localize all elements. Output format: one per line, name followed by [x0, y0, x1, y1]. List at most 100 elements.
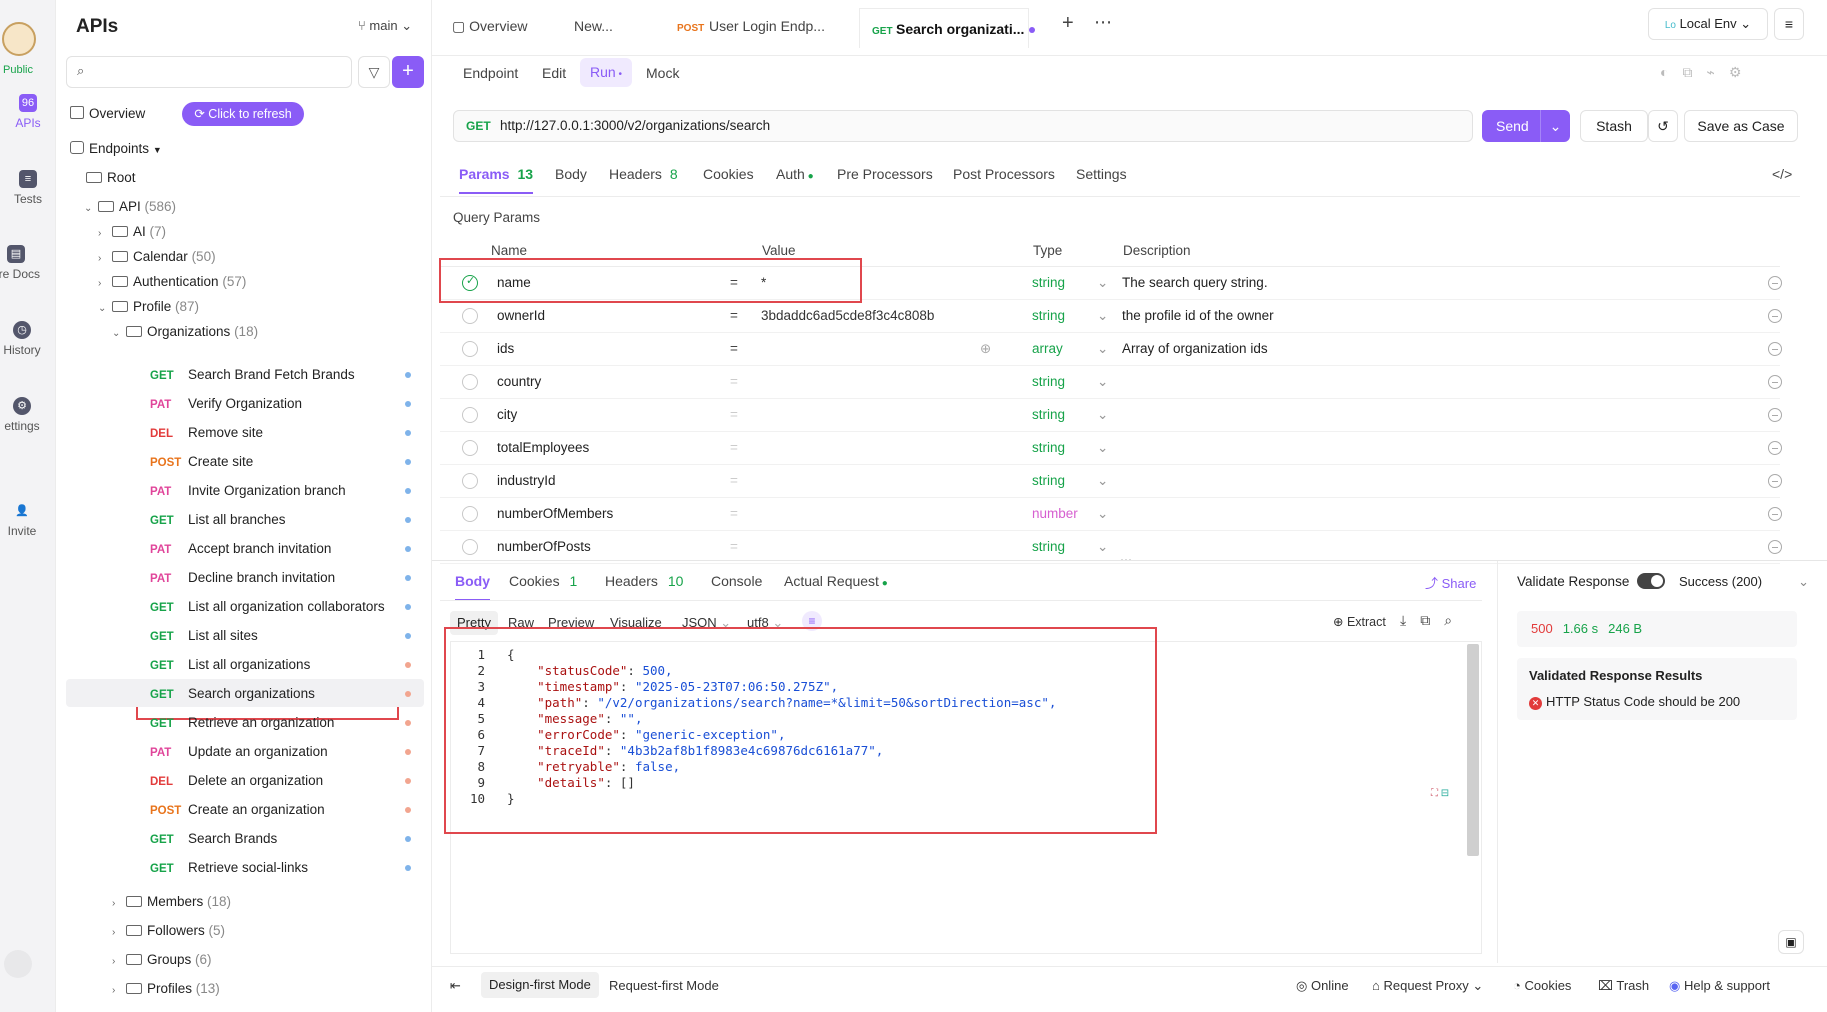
- tab-new[interactable]: New...: [574, 18, 613, 38]
- endpoint-item[interactable]: GET List all branches: [150, 507, 286, 533]
- tree-folder[interactable]: › AI (7): [98, 219, 166, 245]
- param-name[interactable]: totalEmployees: [497, 440, 589, 455]
- validate-status-select[interactable]: Success (200) ⌄: [1679, 574, 1809, 590]
- trash-button[interactable]: ⌧ Trash: [1598, 978, 1649, 994]
- tree-overview[interactable]: Overview: [70, 101, 145, 127]
- param-description[interactable]: The search query string.: [1122, 275, 1268, 290]
- param-type[interactable]: string: [1032, 539, 1065, 554]
- tab-headers[interactable]: Headers 8: [609, 166, 678, 182]
- cookies-button[interactable]: ◔ Cookies: [1513, 978, 1571, 993]
- param-name[interactable]: city: [497, 407, 517, 422]
- rail-history[interactable]: ◷ History: [0, 321, 50, 357]
- param-type[interactable]: number: [1032, 506, 1078, 521]
- param-name[interactable]: numberOfPosts: [497, 539, 591, 554]
- param-type[interactable]: string: [1032, 374, 1065, 389]
- fold-icons[interactable]: ⛶ ⊟: [1431, 788, 1449, 799]
- param-description[interactable]: the profile id of the owner: [1122, 308, 1274, 323]
- share-button[interactable]: ⤴ Share: [1425, 573, 1476, 592]
- url-input[interactable]: http://127.0.0.1:3000/v2/organizations/s…: [500, 118, 770, 133]
- rail-docs[interactable]: ▤are Docs: [0, 245, 44, 281]
- tab-user-login[interactable]: POST User Login Endp...: [677, 18, 825, 38]
- menu-button[interactable]: ≡: [1774, 8, 1804, 40]
- endpoint-item[interactable]: GET List all organizations: [150, 652, 310, 678]
- chevron-down-icon[interactable]: ⌄: [1540, 110, 1570, 142]
- param-row[interactable]: ownerId = 3bdaddc6ad5cde8f3c4c808b string ⌄ t…: [440, 300, 1782, 333]
- checkbox[interactable]: [462, 539, 478, 555]
- param-value[interactable]: 3bdaddc6ad5cde8f3c4c808b: [761, 308, 934, 323]
- branch-selector[interactable]: ⑂ main ⌄: [358, 18, 412, 34]
- settings-icon[interactable]: ⚙: [1729, 64, 1756, 80]
- save-as-case-button[interactable]: Save as Case: [1684, 110, 1798, 142]
- remove-icon[interactable]: [1768, 408, 1782, 422]
- reset-button[interactable]: ↺: [1648, 110, 1678, 142]
- validate-toggle[interactable]: [1637, 573, 1665, 589]
- extract-button[interactable]: ⊕ Extract: [1333, 614, 1386, 629]
- collapse-sidebar-icon[interactable]: ⇤: [450, 978, 461, 994]
- tree-folder[interactable]: › Members (18): [112, 889, 231, 915]
- chevron-down-icon[interactable]: ⌄: [1097, 275, 1108, 291]
- remove-icon[interactable]: [1768, 375, 1782, 389]
- share-icon[interactable]: ⌁: [1706, 64, 1728, 80]
- param-row[interactable]: ids = ⊕ array ⌄ Array of organization ids: [440, 333, 1782, 366]
- online-status[interactable]: ◎ Online: [1296, 978, 1349, 994]
- chevron-down-icon[interactable]: ⌄: [1097, 440, 1108, 456]
- search-input[interactable]: ⌕: [66, 56, 352, 88]
- code-view-icon[interactable]: </>: [1772, 166, 1792, 182]
- editor-scrollbar[interactable]: [1467, 644, 1479, 856]
- stash-button[interactable]: Stash: [1580, 110, 1648, 142]
- tab-search-organizations[interactable]: GET Search organizati...: [859, 8, 1029, 48]
- add-button[interactable]: +: [392, 56, 424, 88]
- param-row[interactable]: industryId = string ⌄: [440, 465, 1782, 498]
- param-description[interactable]: Array of organization ids: [1122, 341, 1268, 356]
- endpoint-item[interactable]: POST Create an organization: [150, 797, 325, 823]
- checkbox[interactable]: [462, 506, 478, 522]
- help-support-button[interactable]: ◉ Help & support: [1669, 978, 1770, 994]
- endpoint-item[interactable]: GET Search Brands: [150, 826, 277, 852]
- subtab-mock[interactable]: Mock: [646, 65, 679, 81]
- refresh-button[interactable]: ⟳ Click to refresh: [182, 102, 304, 126]
- tree-folder[interactable]: › Followers (5): [112, 918, 225, 944]
- filter-button[interactable]: ▽: [358, 56, 390, 88]
- rail-invite[interactable]: 👤 Invite: [0, 502, 50, 538]
- param-row[interactable]: country = string ⌄: [440, 366, 1782, 399]
- request-first-mode-button[interactable]: Request-first Mode: [609, 978, 719, 993]
- checkbox[interactable]: [462, 440, 478, 456]
- remove-icon[interactable]: [1768, 276, 1782, 290]
- checkbox[interactable]: [462, 341, 478, 357]
- chevron-down-icon[interactable]: ⌄: [1097, 473, 1108, 489]
- request-proxy[interactable]: ⌂ Request Proxy ⌄: [1372, 978, 1483, 994]
- subtab-endpoint[interactable]: Endpoint: [463, 65, 518, 81]
- download-icon[interactable]: ⤓: [1400, 612, 1420, 628]
- chevron-down-icon[interactable]: ⌄: [1097, 539, 1108, 555]
- endpoint-item[interactable]: PAT Accept branch invitation: [150, 536, 331, 562]
- endpoint-item[interactable]: PAT Verify Organization: [150, 391, 302, 417]
- endpoint-item[interactable]: GET Search Brand Fetch Brands: [150, 362, 355, 388]
- add-tab-button[interactable]: +: [1062, 12, 1074, 34]
- remove-icon[interactable]: [1768, 540, 1782, 554]
- param-type[interactable]: string: [1032, 407, 1065, 422]
- param-name[interactable]: industryId: [497, 473, 556, 488]
- param-name[interactable]: ownerId: [497, 308, 545, 323]
- tree-folder[interactable]: › Groups (6): [112, 947, 212, 973]
- remove-icon[interactable]: [1768, 474, 1782, 488]
- tree-endpoints[interactable]: Endpoints ▼: [70, 136, 162, 162]
- endpoint-item[interactable]: PAT Decline branch invitation: [150, 565, 335, 591]
- resp-tab-headers[interactable]: Headers 10: [605, 573, 683, 589]
- endpoint-item[interactable]: PAT Update an organization: [150, 739, 328, 765]
- endpoint-item[interactable]: PAT Invite Organization branch: [150, 478, 346, 504]
- tree-folder[interactable]: › Calendar (50): [98, 244, 216, 270]
- rail-settings[interactable]: ⚙ ettings: [0, 397, 50, 433]
- endpoint-item[interactable]: GET List all sites: [150, 623, 258, 649]
- collapse-icon[interactable]: ⊟: [1441, 788, 1449, 799]
- param-row[interactable]: totalEmployees = string ⌄: [440, 432, 1782, 465]
- resp-tab-cookies[interactable]: Cookies 1: [509, 573, 577, 589]
- endpoint-item[interactable]: POST Create site: [150, 449, 253, 475]
- remove-icon[interactable]: [1768, 342, 1782, 356]
- param-type[interactable]: string: [1032, 473, 1065, 488]
- tree-folder[interactable]: ⌄ Profile (87): [98, 294, 199, 320]
- tree-root[interactable]: Root: [86, 165, 136, 191]
- param-row[interactable]: numberOfMembers = number ⌄: [440, 498, 1782, 531]
- chevron-down-icon[interactable]: ⌄: [1097, 308, 1108, 324]
- add-item-icon[interactable]: ⊕: [980, 341, 991, 357]
- url-bar[interactable]: GET http://127.0.0.1:3000/v2/organizatio…: [453, 110, 1473, 142]
